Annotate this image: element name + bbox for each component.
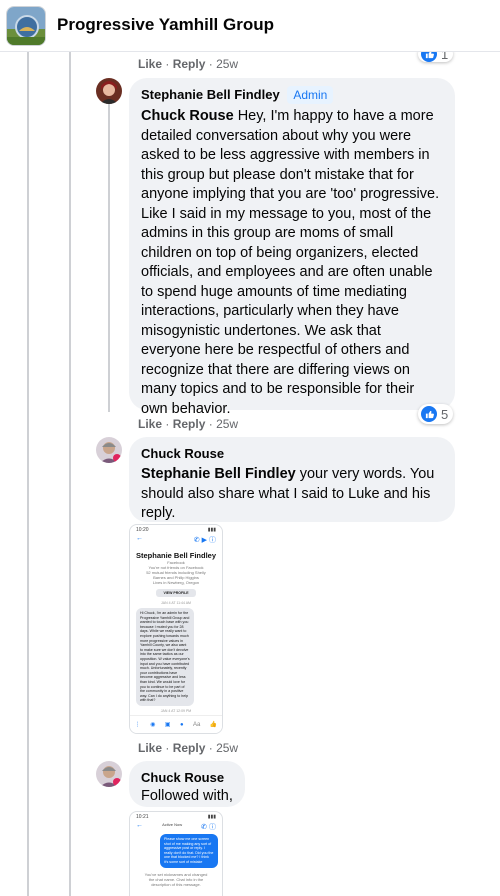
camera-icon: ◉: [150, 722, 156, 728]
image-icon: ▣: [164, 722, 171, 728]
comment-author: Stephanie Bell Findley Admin: [141, 86, 443, 104]
status-time: 10:20: [136, 527, 149, 533]
author-name[interactable]: Chuck Rouse: [141, 769, 233, 786]
profile-location: Lives in Newberg, Oregon: [152, 580, 200, 585]
separator: ·: [208, 417, 213, 431]
comment-actions: Like · Reply · 25w: [138, 741, 238, 755]
mic-icon: ●: [179, 721, 184, 728]
separator: ·: [165, 417, 170, 431]
thread-line-branch: [108, 102, 110, 412]
attached-screenshot[interactable]: 10:21 ▮▮▮ ← Active Now ✆ ⓘ Please show m…: [129, 811, 223, 896]
separator: ·: [208, 57, 213, 71]
phone-status-bar: 10:21 ▮▮▮: [130, 812, 222, 822]
admin-message: Hi Chuck, I'm an admin for the Progressi…: [136, 608, 194, 706]
phone-input-bar: ⋮ ◉ ▣ ● Aa 👍: [130, 715, 222, 733]
commenter-avatar[interactable]: [96, 437, 122, 463]
like-reaction-icon: [421, 406, 437, 422]
reply-link[interactable]: Reply: [173, 741, 206, 755]
comment-time[interactable]: 25w: [216, 417, 238, 431]
separator: ·: [165, 57, 170, 71]
comment-actions-top: Like · Reply · 25w: [138, 57, 238, 71]
signal-icon: ▮▮▮: [207, 527, 216, 533]
reaction-count: 5: [441, 406, 449, 422]
comment-text: Stephanie Bell Findley your very words. …: [141, 465, 443, 524]
menu-icon: ⋮: [134, 722, 141, 728]
author-name[interactable]: Chuck Rouse: [141, 445, 443, 462]
like-link[interactable]: Like: [138, 57, 162, 71]
back-arrow-icon: ←: [136, 822, 143, 829]
status-time: 10:21: [136, 814, 149, 820]
profile-name: Stephanie Bell Findley: [135, 551, 217, 560]
commenter-avatar[interactable]: [96, 78, 122, 104]
commenter-avatar[interactable]: [96, 761, 122, 787]
thread-line-outer: [27, 52, 29, 896]
reply-link[interactable]: Reply: [173, 57, 206, 71]
comment-body: Hey, I'm happy to have a more detailed c…: [141, 108, 440, 417]
group-header: Progressive Yamhill Group: [0, 0, 500, 52]
comment-time[interactable]: 25w: [216, 741, 238, 755]
like-link[interactable]: Like: [138, 417, 162, 431]
signal-icon: ▮▮▮: [207, 814, 216, 820]
comment-bubble: Stephanie Bell Findley Admin Chuck Rouse…: [129, 78, 455, 417]
thread-line-inner: [69, 52, 71, 896]
comment-time[interactable]: 25w: [216, 57, 238, 71]
comment-bubble: Chuck Rouse Followed with,: [129, 761, 245, 807]
comment-bubble: Chuck Rouse Stephanie Bell Findley your …: [129, 437, 455, 522]
profile-mutual: 52 mutual friends including Shelly Barne…: [146, 570, 206, 580]
like-link[interactable]: Like: [138, 741, 162, 755]
thumbs-up-icon: 👍: [209, 722, 218, 728]
call-icons: ✆ ⓘ: [201, 824, 216, 831]
chat-footer-note: You've set nicknames and changed the cha…: [144, 871, 208, 887]
input-placeholder: Aa: [193, 721, 201, 728]
reply-link[interactable]: Reply: [173, 417, 206, 431]
message-date: JAN 4 AT 11:44 AM: [161, 601, 191, 605]
author-name[interactable]: Stephanie Bell Findley: [141, 87, 280, 102]
mention-link[interactable]: Chuck Rouse: [141, 108, 234, 124]
reaction-count-box[interactable]: 5: [418, 404, 454, 424]
attached-screenshot[interactable]: 10:20 ▮▮▮ ← ✆ ▶ ⓘ Stephanie Bell Findley…: [129, 524, 223, 734]
separator: ·: [208, 741, 213, 755]
chat-header: Active Now: [162, 822, 183, 827]
admin-badge: Admin: [287, 86, 334, 104]
comment-actions: Like · Reply · 25w: [138, 417, 238, 431]
phone-nav-bar: ← Active Now ✆ ⓘ: [130, 822, 222, 832]
phone-status-bar: 10:20 ▮▮▮: [130, 525, 222, 535]
group-avatar[interactable]: [6, 6, 46, 46]
user-message: Please show me one screen shot of me mak…: [160, 834, 218, 868]
view-profile-button: VIEW PROFILE: [156, 589, 196, 597]
message-date: JAN 4 AT 12:09 PM: [160, 708, 192, 713]
back-arrow-icon: ←: [136, 535, 143, 542]
call-icons: ✆ ▶ ⓘ: [193, 537, 216, 544]
phone-nav-bar: ← ✆ ▶ ⓘ: [130, 535, 222, 545]
group-title[interactable]: Progressive Yamhill Group: [57, 15, 274, 35]
comment-body: Followed with,: [141, 788, 233, 804]
separator: ·: [165, 741, 170, 755]
comment-text: Chuck Rouse Hey, I'm happy to have a mor…: [141, 107, 443, 419]
mention-link[interactable]: Stephanie Bell Findley: [141, 466, 296, 482]
